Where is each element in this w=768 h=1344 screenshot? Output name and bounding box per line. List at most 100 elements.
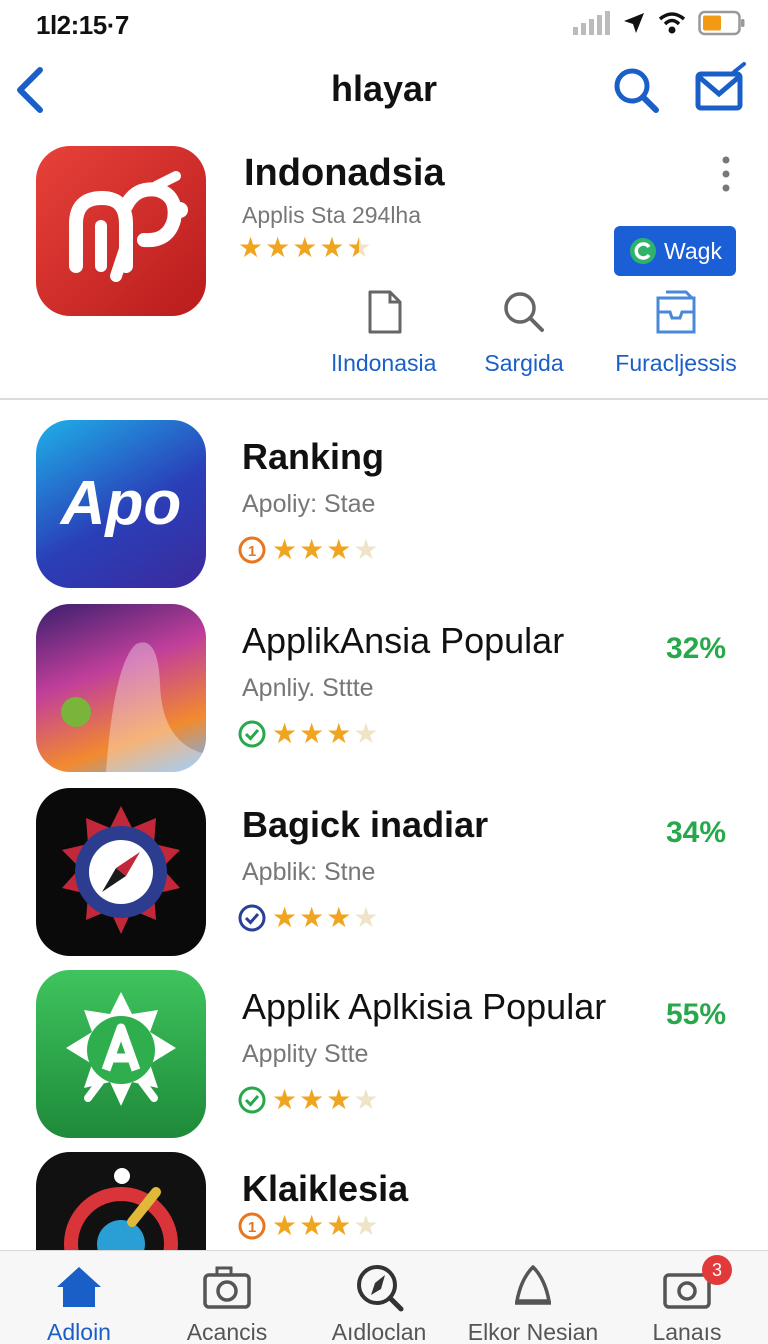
list-item[interactable]: Applik Aplkisia Popular Applity Stte ★ ★…: [0, 970, 768, 1150]
rating-stars: ★ ★ ★ ★: [238, 1086, 378, 1114]
tab-photos[interactable]: 3 Lanaıs: [612, 1255, 762, 1344]
star-icon: ★: [326, 534, 352, 565]
tab-label: Acancis: [186, 1319, 268, 1344]
featured-app-icon[interactable]: [36, 146, 206, 316]
featured-app-name[interactable]: Indonadsia: [244, 152, 445, 195]
check-badge-icon: [238, 1086, 266, 1114]
app-logo-icon: [66, 992, 176, 1106]
compass-logo-icon: [62, 806, 180, 934]
list-item[interactable]: Apo Ranking Apoliy: Stae 1 ★ ★ ★ ★: [0, 420, 768, 600]
star-icon: ★: [272, 1084, 298, 1115]
status-time: 1l2:15·7: [36, 10, 129, 40]
app-logo-icon: [61, 642, 206, 772]
star-half-icon: ★: [346, 232, 372, 263]
tab-camera[interactable]: Acancis: [152, 1261, 302, 1344]
more-options-icon[interactable]: [712, 154, 740, 194]
app-name[interactable]: ApplikAnsia Popular: [242, 620, 564, 662]
svg-text:1: 1: [248, 543, 256, 560]
action-sargida[interactable]: Sargida: [454, 288, 594, 377]
action-furacljessis[interactable]: Furacljessis: [606, 288, 746, 377]
popularity-percent: 34%: [665, 816, 726, 849]
get-app-button[interactable]: Wagk: [614, 226, 736, 276]
document-icon: [368, 290, 402, 334]
star-icon: ★: [272, 718, 298, 749]
tab-label: Adloin: [47, 1319, 111, 1344]
status-bar: 1l2:15·7: [0, 0, 768, 50]
star-icon: ★: [299, 902, 325, 933]
app-icon-text: Apo: [60, 469, 182, 538]
notification-badge: 3: [702, 1255, 732, 1285]
mail-icon[interactable]: [694, 60, 748, 116]
featured-app-card[interactable]: Indonadsia Applis Sta 294lha ★ ★ ★ ★ ★ W…: [0, 140, 768, 400]
star-icon: ★: [272, 902, 298, 933]
star-empty-icon: ★: [353, 1210, 379, 1241]
app-name[interactable]: Applik Aplkisia Popular: [242, 986, 606, 1028]
app-icon[interactable]: [36, 604, 206, 772]
app-subtitle: Apoliy: Stae: [242, 490, 376, 518]
star-icon: ★: [272, 1210, 298, 1241]
app-name[interactable]: Klaiklesia: [242, 1168, 408, 1210]
nav-bar: hlayar: [0, 56, 768, 126]
star-empty-icon: ★: [353, 1084, 379, 1115]
app-logo-icon: [69, 171, 188, 282]
star-empty-icon: ★: [353, 534, 379, 565]
inbox-icon: [656, 290, 696, 334]
svg-text:1: 1: [248, 1219, 256, 1236]
section-divider: [0, 398, 768, 400]
star-icon: ★: [326, 1084, 352, 1115]
app-name[interactable]: Ranking: [242, 436, 384, 478]
tab-label: Elkor Nesian: [467, 1319, 599, 1344]
app-icon[interactable]: [36, 788, 206, 956]
tab-bar: Adloin Acancis Aıdloclan Elkor Nesian 3 …: [0, 1250, 768, 1344]
list-item[interactable]: Bagick inadiar Apblik: Stne ★ ★ ★ ★ 34%: [0, 788, 768, 968]
star-icon: ★: [299, 1210, 325, 1241]
star-icon: ★: [265, 232, 291, 263]
tab-label: Aıdloclan: [331, 1319, 427, 1344]
status-icons: [572, 10, 746, 36]
tab-home[interactable]: Adloin: [4, 1261, 154, 1344]
camera-icon: [203, 1266, 251, 1309]
app-subtitle: Apblik: Stne: [242, 858, 376, 886]
app-subtitle: Applity Stte: [242, 1040, 369, 1068]
star-icon: ★: [299, 1084, 325, 1115]
rating-stars: 1 ★ ★ ★ ★: [238, 536, 378, 564]
home-icon: [57, 1267, 101, 1307]
tab-notifications[interactable]: Elkor Nesian: [458, 1261, 608, 1344]
star-icon: ★: [326, 718, 352, 749]
app-icon[interactable]: [36, 970, 206, 1138]
app-icon[interactable]: [36, 1152, 206, 1250]
app-name[interactable]: Bagick inadiar: [242, 804, 488, 846]
action-label: Furacljessis: [615, 350, 737, 376]
refresh-icon: [630, 238, 657, 264]
star-icon: ★: [272, 534, 298, 565]
compass-icon: [357, 1265, 404, 1312]
bell-icon: [515, 1265, 551, 1305]
app-logo-icon: [64, 1168, 178, 1250]
tab-label: Lanaıs: [652, 1319, 722, 1344]
check-badge-icon: [238, 904, 266, 932]
list-item[interactable]: Klaiklesia 1 ★ ★ ★ ★: [0, 1152, 768, 1250]
location-icon: [624, 13, 644, 33]
featured-actions: lIndonasia Sargida Furacljessis: [300, 288, 760, 388]
list-item[interactable]: ApplikAnsia Popular Apnliy. Sttte ★ ★ ★ …: [0, 604, 768, 784]
popularity-percent: 32%: [665, 632, 726, 665]
search-icon: [504, 292, 544, 332]
action-indonasia[interactable]: lIndonasia: [314, 288, 454, 377]
popularity-percent: 55%: [665, 998, 726, 1031]
signal-icon: [573, 11, 610, 35]
star-icon: ★: [292, 232, 318, 263]
star-empty-icon: ★: [353, 902, 379, 933]
tab-explore[interactable]: Aıdloclan: [304, 1261, 454, 1344]
search-icon[interactable]: [610, 64, 662, 116]
rating-stars: 1 ★ ★ ★ ★: [238, 1212, 378, 1240]
get-app-button-label: Wagk: [664, 237, 722, 264]
wifi-icon: [658, 12, 686, 34]
rating-stars: ★ ★ ★ ★: [238, 720, 378, 748]
star-icon: ★: [319, 232, 345, 263]
rank-badge-icon: 1: [238, 1212, 266, 1240]
star-icon: ★: [238, 232, 264, 263]
app-icon[interactable]: Apo: [36, 420, 206, 588]
battery-icon: [698, 10, 745, 36]
rating-stars: ★ ★ ★ ★: [238, 904, 378, 932]
star-icon: ★: [299, 534, 325, 565]
